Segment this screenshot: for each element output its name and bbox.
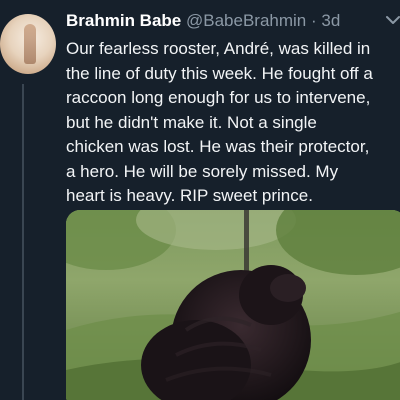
tweet-text-line: the line of duty this week. He fought of…	[66, 63, 373, 83]
tweet-text-line: a hero. He will be sorely missed. My	[66, 161, 339, 181]
tweet-photo[interactable]	[66, 210, 400, 400]
user-handle[interactable]: @BabeBrahmin	[186, 11, 306, 30]
tweet-text-line: raccoon long enough for us to intervene,	[66, 88, 371, 107]
tweet-text: Our fearless rooster, André, was killed …	[66, 37, 400, 209]
chevron-down-icon[interactable]	[385, 14, 400, 26]
rooster-photo	[66, 210, 400, 400]
display-name[interactable]: Brahmin Babe	[66, 11, 181, 30]
separator-dot: ·	[310, 11, 317, 30]
avatar[interactable]	[0, 14, 56, 74]
tweet-text-line: chicken was lost. He was their protector…	[66, 137, 370, 156]
tweet[interactable]: Brahmin Babe @BabeBrahmin · 3d Our fearl…	[0, 0, 400, 400]
tweet-text-line: Our fearless rooster, André, was killed …	[66, 39, 371, 58]
tweet-header: Brahmin Babe @BabeBrahmin · 3d	[66, 10, 340, 32]
timestamp[interactable]: 3d	[321, 11, 340, 30]
thread-line	[22, 84, 24, 400]
tweet-text-line: but he didn't make it. Not a single	[66, 112, 317, 132]
tweet-text-line: heart is heavy. RIP sweet prince.	[66, 186, 313, 205]
avatar-figure	[24, 24, 36, 64]
